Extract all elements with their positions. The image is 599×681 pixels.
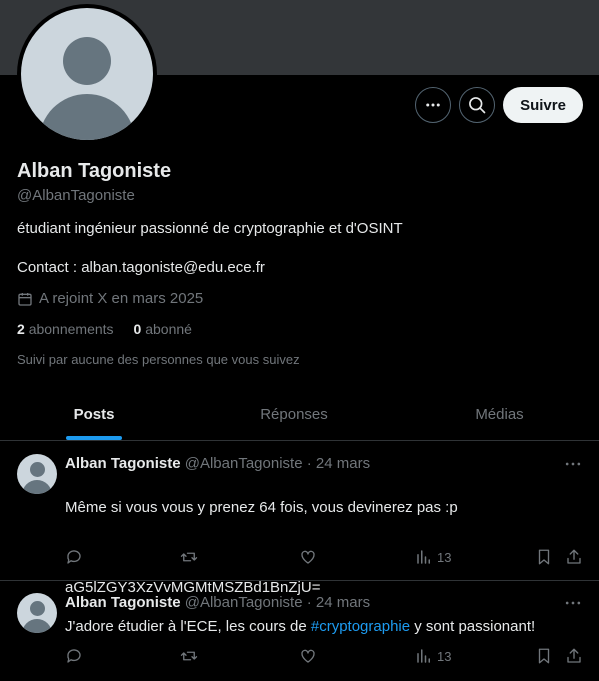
post-actions: 13 <box>65 548 585 568</box>
repost-icon <box>180 651 198 661</box>
more-icon <box>426 103 440 107</box>
following-count: 2 <box>17 321 25 337</box>
post-date[interactable]: 24 mars <box>316 594 370 611</box>
heart-icon <box>301 649 315 663</box>
reply-button[interactable] <box>65 647 83 665</box>
views-icon <box>417 649 430 663</box>
post-avatar[interactable] <box>17 593 57 633</box>
profile-joined: A rejoint X en mars 2025 <box>17 290 203 307</box>
bookmark-button[interactable] <box>535 647 553 665</box>
joined-text: A rejoint X en mars 2025 <box>39 290 204 307</box>
post-handle[interactable]: @AlbanTagoniste <box>185 594 303 611</box>
more-icon <box>565 601 581 605</box>
like-button[interactable] <box>299 647 317 665</box>
views-icon <box>417 550 430 564</box>
post-author[interactable]: Alban Tagoniste <box>65 455 181 472</box>
repost-button[interactable] <box>180 548 198 566</box>
following-link[interactable]: 2 abonnements <box>17 321 114 337</box>
like-button[interactable] <box>299 548 317 566</box>
post[interactable]: Alban Tagoniste @AlbanTagoniste · 24 mar… <box>0 442 599 596</box>
profile-name: Alban Tagoniste <box>17 160 172 182</box>
views-button[interactable]: 13 <box>415 647 451 665</box>
heart-icon <box>301 550 315 564</box>
bookmark-icon <box>538 648 550 664</box>
share-icon <box>567 648 581 663</box>
profile-avatar[interactable] <box>17 4 157 144</box>
more-icon <box>565 462 581 466</box>
post-author[interactable]: Alban Tagoniste <box>65 594 181 611</box>
followers-link[interactable]: 0 abonné <box>134 321 192 337</box>
followed-by-text: Suivi par aucune des personnes que vous … <box>17 352 300 367</box>
post-date[interactable]: 24 mars <box>316 455 370 472</box>
post-avatar[interactable] <box>17 454 57 494</box>
calendar-icon <box>18 292 32 306</box>
post-handle[interactable]: @AlbanTagoniste <box>185 455 303 472</box>
profile-bio: étudiant ingénieur passionné de cryptogr… <box>17 220 403 237</box>
reply-icon <box>67 649 81 663</box>
profile-handle: @AlbanTagoniste <box>17 187 135 204</box>
active-tab-indicator <box>66 436 122 440</box>
post-text-part: y sont passionant! <box>410 618 536 635</box>
share-icon <box>567 549 581 564</box>
tab-label: Réponses <box>260 405 328 423</box>
more-button[interactable] <box>415 87 451 123</box>
post-actions: 13 <box>65 647 585 667</box>
post-separator: · <box>306 594 312 611</box>
followers-label: abonné <box>145 321 192 337</box>
bookmark-button[interactable] <box>535 548 553 566</box>
reply-icon <box>67 550 81 564</box>
views-count: 13 <box>437 648 452 664</box>
default-avatar-icon <box>21 8 153 140</box>
post-more-button[interactable] <box>563 593 583 613</box>
post-text-part: J'adore étudier à l'ECE, les cours de <box>65 618 311 635</box>
post-header: Alban Tagoniste @AlbanTagoniste · 24 mar… <box>65 594 370 611</box>
following-label: abonnements <box>28 321 114 337</box>
hashtag-link[interactable]: #cryptographie <box>311 618 410 635</box>
post[interactable]: Alban Tagoniste @AlbanTagoniste · 24 mar… <box>0 581 599 681</box>
profile-tabs: Posts Réponses Médias <box>0 388 599 441</box>
share-button[interactable] <box>565 647 583 665</box>
views-count: 13 <box>437 549 452 565</box>
post-text: J'adore étudier à l'ECE, les cours de #c… <box>65 617 535 637</box>
share-button[interactable] <box>565 548 583 566</box>
tab-label: Médias <box>475 405 524 423</box>
follow-button[interactable]: Suivre <box>503 87 583 123</box>
profile-stats: 2 abonnements 0 abonné <box>17 321 192 337</box>
search-button[interactable] <box>459 87 495 123</box>
post-more-button[interactable] <box>563 454 583 474</box>
reply-button[interactable] <box>65 548 83 566</box>
tab-media[interactable]: Médias <box>400 388 599 440</box>
profile-contact: Contact : alban.tagoniste@edu.ece.fr <box>17 259 265 276</box>
repost-button[interactable] <box>180 647 198 665</box>
tab-label: Posts <box>73 405 115 423</box>
search-icon <box>469 97 486 114</box>
tab-replies[interactable]: Réponses <box>188 388 400 440</box>
bookmark-icon <box>538 549 550 565</box>
post-text-line: Même si vous vous y prenez 64 fois, vous… <box>65 499 458 516</box>
post-header: Alban Tagoniste @AlbanTagoniste · 24 mar… <box>65 455 370 472</box>
views-button[interactable]: 13 <box>415 548 451 566</box>
post-separator: · <box>306 455 312 472</box>
repost-icon <box>180 552 198 562</box>
tab-posts[interactable]: Posts <box>0 388 188 440</box>
followers-count: 0 <box>133 321 142 337</box>
